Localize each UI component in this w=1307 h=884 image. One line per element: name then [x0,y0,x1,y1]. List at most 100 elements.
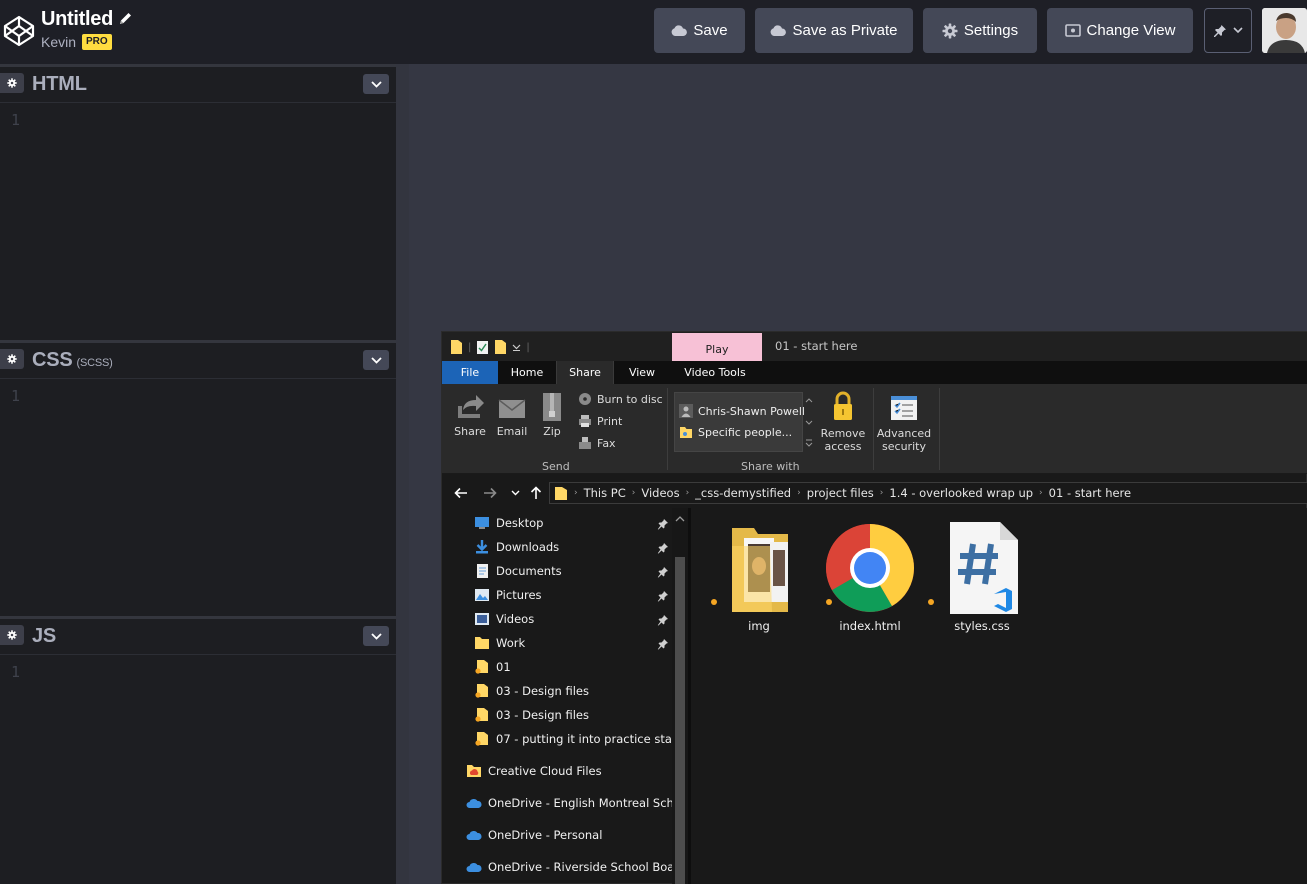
tab-video-tools[interactable]: Video Tools [672,361,758,384]
pencil-icon[interactable] [118,11,133,26]
file-item-img[interactable]: img [704,522,814,633]
print-button[interactable]: Print [578,414,622,428]
tab-view[interactable]: View [614,361,670,384]
nav-item-onedrive-emsb[interactable]: OneDrive - English Montreal Schoo [466,792,688,814]
layout-icon [1064,24,1081,37]
gallery-scroll-icon[interactable] [804,392,814,452]
chevron-down-icon [370,632,382,640]
nav-item-putting-into-practice[interactable]: 07 - putting it into practice startin [474,728,688,750]
html-collapse-button[interactable] [363,74,389,94]
js-settings-button[interactable] [0,625,24,645]
css-settings-button[interactable] [0,349,24,369]
js-editor-pane[interactable]: JS 1 [0,616,396,884]
pin-icon[interactable] [657,566,669,578]
html-line-number: 1 [11,111,21,129]
codepen-logo-icon[interactable] [2,14,36,48]
explorer-titlebar[interactable]: | | Play 01 - start here [442,332,1307,361]
css-pane-title: CSS (SCSS) [32,349,113,372]
nav-item-onedrive-riverside[interactable]: OneDrive - Riverside School Board [466,856,686,878]
users-folder-icon [680,427,692,438]
nav-item-design-files[interactable]: 03 - Design files [474,680,589,702]
settings-button[interactable]: Settings [923,8,1037,53]
new-folder-icon[interactable] [494,339,507,355]
breadcrumb-start-here[interactable]: 01 - start here [1049,486,1131,500]
css-collapse-button[interactable] [363,350,389,370]
save-button[interactable]: Save [654,8,745,53]
burn-to-disc-button[interactable]: Burn to disc [578,392,663,406]
address-bar[interactable]: › This PC › Videos › _css-demystified › … [549,482,1307,504]
pin-icon[interactable] [657,518,669,530]
share-with-item-specific[interactable]: Specific people... [679,425,792,439]
save-private-button[interactable]: Save as Private [755,8,913,53]
advanced-security-button[interactable]: Advanced security [875,390,933,453]
html-editor-pane[interactable]: HTML 1 [0,64,396,340]
folder-icon[interactable] [450,339,463,355]
ribbon-separator [667,388,668,470]
fax-button[interactable]: Fax [578,436,616,450]
breadcrumb-overlooked-wrap-up[interactable]: 1.4 - overlooked wrap up [889,486,1033,500]
share-button[interactable]: Share [450,392,490,438]
author-name[interactable]: Kevin [41,34,76,50]
avatar-image [1262,8,1307,53]
zip-button[interactable]: Zip [534,392,570,438]
nav-item-documents[interactable]: Documents [474,560,562,582]
pin-menu-button[interactable] [1204,8,1252,53]
navigation-scrollbar[interactable] [672,508,688,884]
css-editor-pane[interactable]: CSS (SCSS) 1 [0,340,396,616]
disc-icon [579,393,591,405]
download-arrow-icon [476,540,488,554]
tab-file[interactable]: File [442,361,498,384]
share-with-gallery[interactable]: Chris-Shawn Powell Specific people... [674,392,805,452]
nav-item-onedrive-personal[interactable]: OneDrive - Personal [466,824,602,846]
recent-locations-button[interactable] [507,484,523,502]
customize-dropdown-icon[interactable] [512,342,521,352]
css-preprocessor-label: (SCSS) [76,357,113,369]
breadcrumb-videos[interactable]: Videos [641,486,679,500]
nav-item-videos[interactable]: Videos [474,608,534,630]
desktop-icon [475,517,489,529]
breadcrumb-css-demystified[interactable]: _css-demystified [695,486,791,500]
forward-button[interactable] [482,484,498,502]
pin-icon[interactable] [657,590,669,602]
editor-resize-handle[interactable] [396,64,409,884]
tab-share[interactable]: Share [556,361,614,384]
play-contextual-tab[interactable]: Play [672,333,762,361]
remove-access-button[interactable]: Remove access [818,390,868,453]
breadcrumb-project-files[interactable]: project files [807,486,874,500]
chevron-down-icon [1233,27,1243,34]
html-settings-button[interactable] [0,73,24,93]
nav-item-pictures[interactable]: Pictures [474,584,542,606]
file-item-styles-css[interactable]: styles.css [927,522,1037,633]
pin-icon[interactable] [657,542,669,554]
user-avatar[interactable] [1262,8,1307,53]
nav-item-downloads[interactable]: Downloads [474,536,559,558]
change-view-button[interactable]: Change View [1047,8,1193,53]
scroll-up-icon[interactable] [672,512,688,526]
email-button[interactable]: Email [492,392,532,438]
folder-synced-icon [475,708,488,722]
share-with-item-person[interactable]: Chris-Shawn Powell [679,404,805,418]
nav-item-creative-cloud[interactable]: Creative Cloud Files [466,760,602,782]
ribbon-separator [939,388,940,470]
nav-item-01[interactable]: 01 [474,656,511,678]
properties-icon[interactable] [476,339,489,355]
breadcrumb-this-pc[interactable]: This PC [584,486,626,500]
nav-item-design-files-2[interactable]: 03 - Design files [474,704,589,726]
nav-item-work[interactable]: Work [474,632,525,654]
scrollbar-thumb[interactable] [675,557,685,884]
pin-icon[interactable] [657,614,669,626]
quick-access-toolbar: | | [450,338,530,356]
nav-item-desktop[interactable]: Desktop [474,512,543,534]
html-pane-title: HTML [32,73,87,96]
js-collapse-button[interactable] [363,626,389,646]
pen-title[interactable]: Untitled [41,8,113,31]
chevron-down-icon [511,490,519,496]
back-button[interactable] [453,484,469,502]
print-label: Print [597,414,623,428]
gear-icon [7,78,17,88]
file-item-index-html[interactable]: index.html [815,522,925,633]
up-button[interactable] [528,484,544,502]
onedrive-cloud-icon [466,830,482,840]
pin-icon[interactable] [657,638,669,650]
tab-home[interactable]: Home [498,361,556,384]
